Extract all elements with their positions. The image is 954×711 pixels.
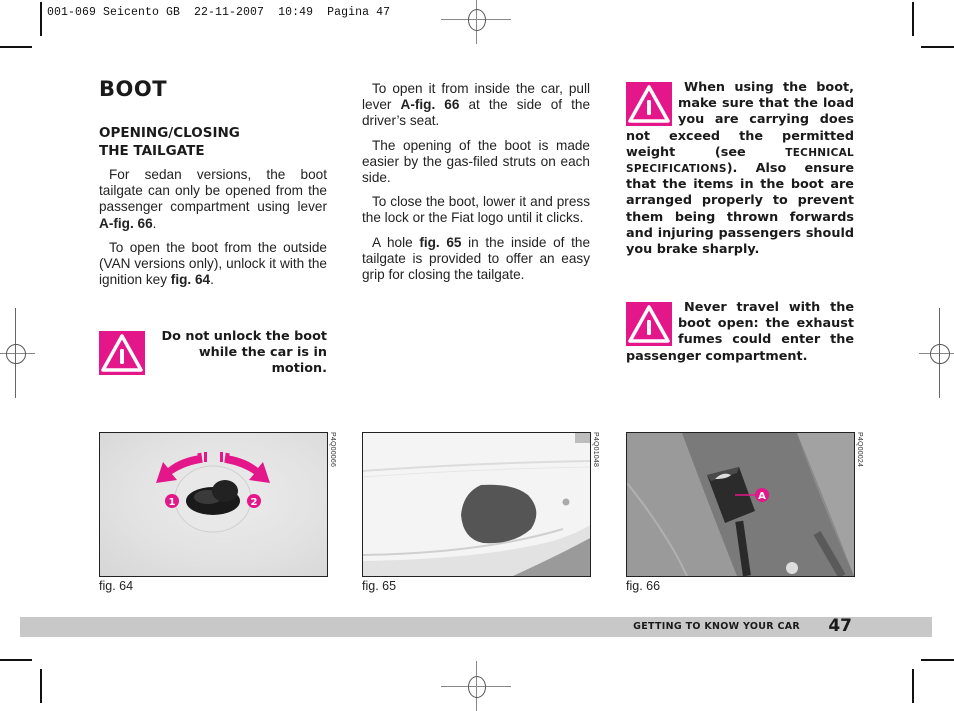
paragraph-text: . — [210, 272, 214, 288]
section-name: GETTING TO KNOW YOUR CAR — [633, 621, 800, 632]
paragraph-text: For sedan versions, the boot tailgate ca… — [99, 167, 327, 215]
crop-mark — [921, 46, 954, 48]
print-slug: 001-069 Seicento GB 22-11-2007 10:49 Pag… — [47, 6, 390, 19]
slug-time: 10:49 — [278, 6, 314, 19]
marker-1-label: 1 — [169, 497, 176, 508]
paragraph: To open it from inside the car, pull lev… — [362, 81, 590, 130]
subtitle-line-2: THE TAILGATE — [99, 143, 205, 159]
release-lever-illustration: A — [627, 433, 854, 576]
registration-mark-right — [919, 308, 954, 398]
marker-2-label: 2 — [251, 497, 258, 508]
figure-66-caption: fig. 66 — [626, 579, 661, 593]
column-1-body: For sedan versions, the boot tailgate ca… — [99, 167, 327, 296]
page-number: 47 — [828, 616, 852, 636]
figure-65-caption: fig. 65 — [362, 579, 397, 593]
section-subtitle: OPENING/CLOSING THE TAILGATE — [99, 124, 240, 160]
slug-page: Pagina 47 — [327, 6, 391, 19]
marker-a-label: A — [758, 491, 766, 502]
warning-text-part: ). Also ensure that the items in the boo… — [626, 161, 854, 258]
subtitle-line-1: OPENING/CLOSING — [99, 125, 240, 141]
registration-mark-bottom — [441, 661, 511, 711]
crop-mark — [912, 669, 914, 703]
figure-reference: fig. 65 — [419, 234, 462, 250]
paragraph: To close the boot, lower it and press th… — [362, 194, 590, 226]
paragraph: To open the boot from the outside (VAN v… — [99, 240, 327, 289]
warning-triangle-icon — [99, 331, 145, 375]
crop-mark — [40, 669, 42, 703]
paragraph: A hole fig. 65 in the inside of the tail… — [362, 235, 590, 284]
column-2-body: To open it from inside the car, pull lev… — [362, 81, 590, 291]
figure-64-caption: fig. 64 — [99, 579, 134, 593]
figure-reference: A-fig. 66 — [400, 97, 460, 113]
page-title: BOOT — [99, 77, 168, 101]
figure-64-image: 1 2 — [99, 432, 328, 577]
crop-mark — [921, 659, 954, 661]
paragraph: For sedan versions, the boot tailgate ca… — [99, 167, 327, 232]
crop-mark — [0, 659, 32, 661]
figure-66-code: P4Q00024 — [856, 432, 863, 468]
figure-reference: fig. 64 — [170, 272, 211, 288]
figure-64-code: P4Q00066 — [329, 432, 336, 468]
registration-mark-left — [0, 308, 35, 398]
warning-box: When using the boot, make sure that the … — [626, 80, 854, 258]
figure-reference: A-fig. 66 — [99, 215, 153, 231]
registration-mark-top — [441, 0, 511, 44]
figure-65-image — [362, 432, 591, 577]
slug-file: 001-069 Seicento GB — [47, 6, 181, 19]
paragraph: The opening of the boot is made easier b… — [362, 137, 590, 186]
key-lock-illustration: 1 2 — [156, 452, 270, 533]
crop-mark — [40, 2, 42, 36]
warning-triangle-icon — [626, 302, 672, 346]
warning-box: Do not unlock the boot while the car is … — [99, 329, 327, 378]
footer-bar: GETTING TO KNOW YOUR CAR 47 — [20, 616, 932, 637]
crop-mark — [0, 46, 32, 48]
slug-date: 22-11-2007 — [194, 6, 265, 19]
figure-65-code: P4Q01048 — [592, 432, 599, 468]
warning-triangle-icon — [626, 82, 672, 126]
warning-box: Never travel with the boot open: the exh… — [626, 300, 854, 365]
paragraph-text: A hole — [372, 234, 420, 250]
paragraph-text: . — [152, 215, 157, 231]
figure-66-image: A — [626, 432, 855, 577]
crop-mark — [912, 2, 914, 36]
tailgate-hole-illustration — [363, 433, 590, 576]
